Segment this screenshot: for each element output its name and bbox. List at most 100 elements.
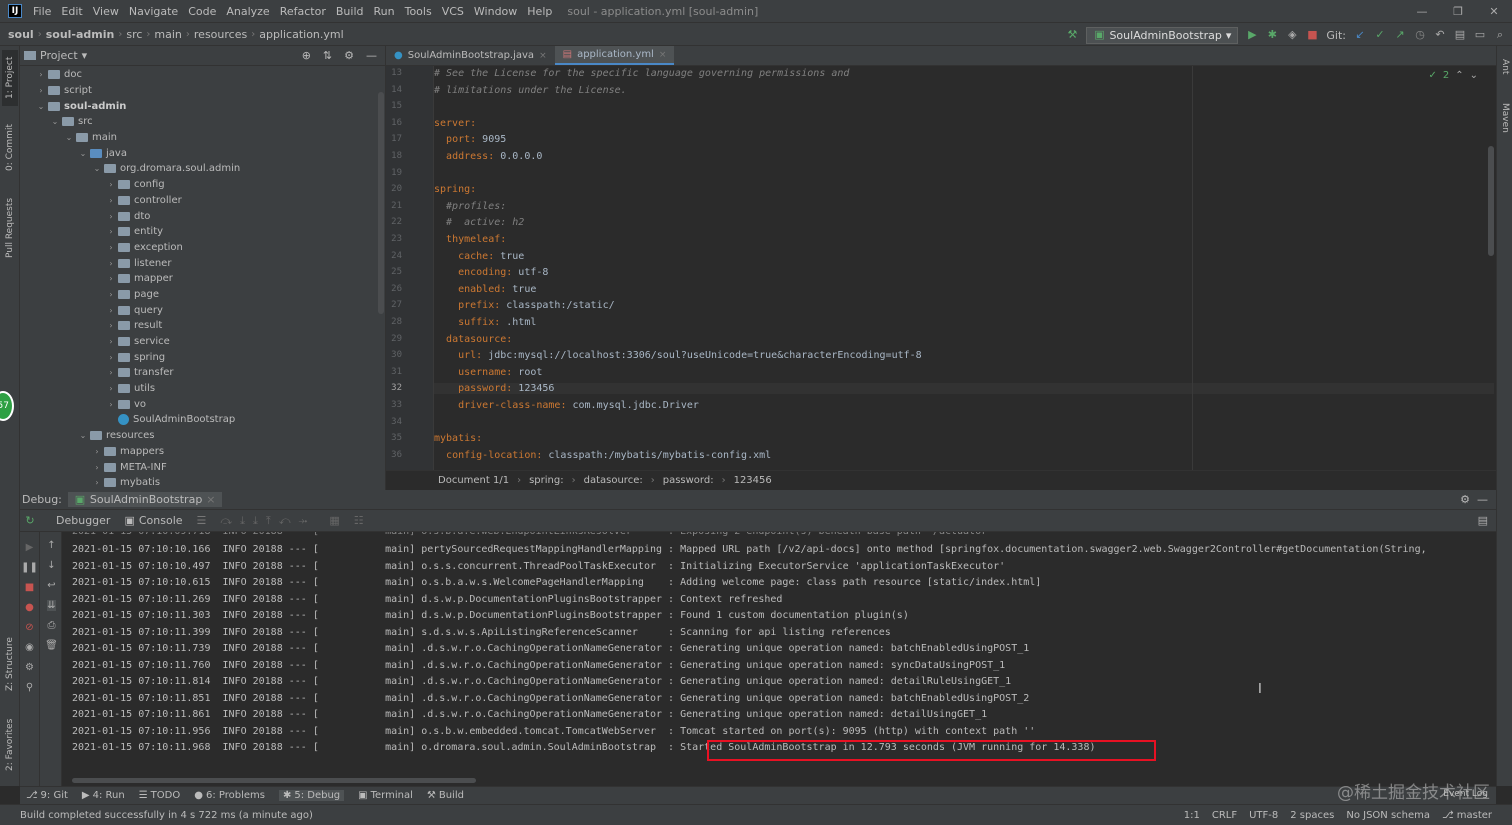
menu-item-window[interactable]: Window <box>469 5 522 18</box>
pin-icon[interactable]: ⚲ <box>26 682 33 693</box>
caret-position[interactable]: 1:1 <box>1184 810 1200 821</box>
chevron-down-icon[interactable]: ⌄ <box>78 149 88 158</box>
layout-icon[interactable]: ▤ <box>1478 514 1488 527</box>
tree-item[interactable]: ⌄ java <box>20 145 385 161</box>
bottom-tab[interactable]: ▣ Terminal <box>358 790 413 801</box>
chevron-right-icon[interactable]: › <box>92 463 102 472</box>
scroll-to-end-icon[interactable]: ⇊ <box>47 600 56 611</box>
chevron-right-icon[interactable]: › <box>92 447 102 456</box>
editor-scrollbar[interactable] <box>1488 146 1494 256</box>
resume-icon[interactable]: ▶ <box>26 542 34 553</box>
run-icon[interactable]: ▶ <box>1246 29 1258 41</box>
tree-item[interactable]: ⌄ soul-admin <box>20 98 385 114</box>
project-panel-title[interactable]: Project <box>40 49 78 62</box>
project-structure-icon[interactable]: ▤ <box>1454 29 1466 41</box>
chevron-right-icon[interactable]: › <box>106 337 116 346</box>
tree-item[interactable]: › utils <box>20 381 385 397</box>
breadcrumb-item[interactable]: soul <box>4 28 38 41</box>
chevron-right-icon[interactable]: › <box>106 368 116 377</box>
menu-item-view[interactable]: View <box>88 5 124 18</box>
chevron-down-icon[interactable]: ⌄ <box>1470 70 1478 81</box>
gear-icon[interactable]: ⚙ <box>25 662 34 673</box>
trash-icon[interactable]: 🗑 <box>45 640 58 651</box>
mute-breakpoints-icon[interactable]: ⊘ <box>25 622 33 633</box>
tab-debugger[interactable]: Debugger <box>50 514 110 527</box>
chevron-up-icon[interactable]: ⌃ <box>1455 70 1463 81</box>
inspection-widget[interactable]: ✓ 2 ⌃ ⌄ <box>1428 70 1478 81</box>
chevron-down-icon[interactable]: ▾ <box>82 49 88 62</box>
gear-icon[interactable]: ⚙ <box>344 49 354 62</box>
menu-item-refactor[interactable]: Refactor <box>275 5 331 18</box>
menu-item-edit[interactable]: Edit <box>56 5 87 18</box>
breadcrumb-item[interactable]: main <box>150 28 185 41</box>
editor-breadcrumb-item[interactable]: 123456 <box>734 475 772 486</box>
rerun-icon[interactable]: ↻ <box>24 514 36 527</box>
print-icon[interactable]: ⎙ <box>48 620 56 631</box>
tool-tab-ant[interactable]: Ant <box>1497 52 1512 82</box>
soft-wrap-icon[interactable]: ↩ <box>47 580 55 591</box>
breadcrumb-item[interactable]: resources <box>190 28 251 41</box>
hide-icon[interactable]: — <box>366 49 377 62</box>
menu-item-navigate[interactable]: Navigate <box>124 5 183 18</box>
chevron-right-icon[interactable]: › <box>106 290 116 299</box>
arrow-down-icon[interactable]: ↓ <box>47 560 55 571</box>
editor-breadcrumb-item[interactable]: Document 1/1 <box>438 475 509 486</box>
tree-item[interactable]: › exception <box>20 240 385 256</box>
debug-icon[interactable]: ✱ <box>1266 29 1278 41</box>
tree-item[interactable]: SoulAdminBootstrap <box>20 412 385 428</box>
locate-icon[interactable]: ⊕ <box>302 49 311 62</box>
camera-icon[interactable]: ◉ <box>25 642 34 653</box>
project-scrollbar[interactable] <box>378 92 384 314</box>
stop-icon[interactable]: ■ <box>1306 29 1318 41</box>
gear-icon[interactable]: ⚙ <box>1460 493 1470 506</box>
run-configuration-select[interactable]: ▣ SoulAdminBootstrap ▾ <box>1086 26 1239 44</box>
tree-item[interactable]: › doc <box>20 67 385 83</box>
tool-tab-commit[interactable]: 0: Commit <box>2 118 18 178</box>
tree-item[interactable]: › META-INF <box>20 459 385 475</box>
menu-item-build[interactable]: Build <box>331 5 369 18</box>
close-icon[interactable]: × <box>206 493 215 506</box>
tree-item[interactable]: › result <box>20 318 385 334</box>
tree-item[interactable]: › transfer <box>20 365 385 381</box>
history-icon[interactable]: ◷ <box>1414 29 1426 41</box>
bottom-tab[interactable]: ✱ 5: Debug <box>278 790 345 801</box>
pause-icon[interactable]: ❚❚ <box>21 562 38 573</box>
editor-tab[interactable]: ▤ application.yml × <box>554 46 675 65</box>
chevron-down-icon[interactable]: ⌄ <box>50 117 60 126</box>
chevron-down-icon[interactable]: ⌄ <box>78 431 88 440</box>
tool-tab-favorites[interactable]: 2: Favorites <box>2 710 18 780</box>
arrow-up-icon[interactable]: ↑ <box>47 540 55 551</box>
tree-item[interactable]: › listener <box>20 255 385 271</box>
tree-item[interactable]: › mapper <box>20 271 385 287</box>
tree-item[interactable]: › dto <box>20 208 385 224</box>
chevron-right-icon[interactable]: › <box>106 384 116 393</box>
rollback-icon[interactable]: ↶ <box>1434 29 1446 41</box>
close-icon[interactable]: ✕ <box>1476 0 1512 22</box>
frames-icon[interactable]: ▦ <box>329 514 339 527</box>
restore-icon[interactable]: ❐ <box>1440 0 1476 22</box>
collapse-icon[interactable]: ⇅ <box>323 49 332 62</box>
tree-item[interactable]: › controller <box>20 193 385 209</box>
menu-icon[interactable]: ☰ <box>197 514 207 527</box>
tab-console[interactable]: ▣ Console <box>124 514 182 527</box>
chevron-right-icon[interactable]: › <box>106 306 116 315</box>
chevron-right-icon[interactable]: › <box>106 400 116 409</box>
chevron-right-icon[interactable]: › <box>106 274 116 283</box>
console-output[interactable]: 2021-01-15 07:10:09.718 INFO 20188 --- [… <box>62 532 1496 786</box>
bottom-tab[interactable]: ☰ TODO <box>139 790 181 801</box>
breadcrumb-item[interactable]: soul-admin <box>42 28 119 41</box>
git-branch[interactable]: ⎇ master <box>1442 810 1492 821</box>
chevron-down-icon[interactable]: ⌄ <box>92 164 102 173</box>
breakpoints-icon[interactable]: ● <box>25 602 34 613</box>
tree-item[interactable]: ⌄ src <box>20 114 385 130</box>
editor-breadcrumb-item[interactable]: datasource: <box>584 475 643 486</box>
bottom-tab[interactable]: ⎇ 9: Git <box>26 790 68 801</box>
menu-item-tools[interactable]: Tools <box>400 5 437 18</box>
tree-item[interactable]: › vo <box>20 396 385 412</box>
tool-tab-structure[interactable]: Z: Structure <box>2 632 18 696</box>
hide-icon[interactable]: — <box>1477 493 1488 506</box>
line-separator[interactable]: CRLF <box>1212 810 1237 821</box>
tree-item[interactable]: › config <box>20 177 385 193</box>
editor-breadcrumb-item[interactable]: spring: <box>529 475 564 486</box>
build-hammer-icon[interactable]: ⚒ <box>1066 29 1078 41</box>
